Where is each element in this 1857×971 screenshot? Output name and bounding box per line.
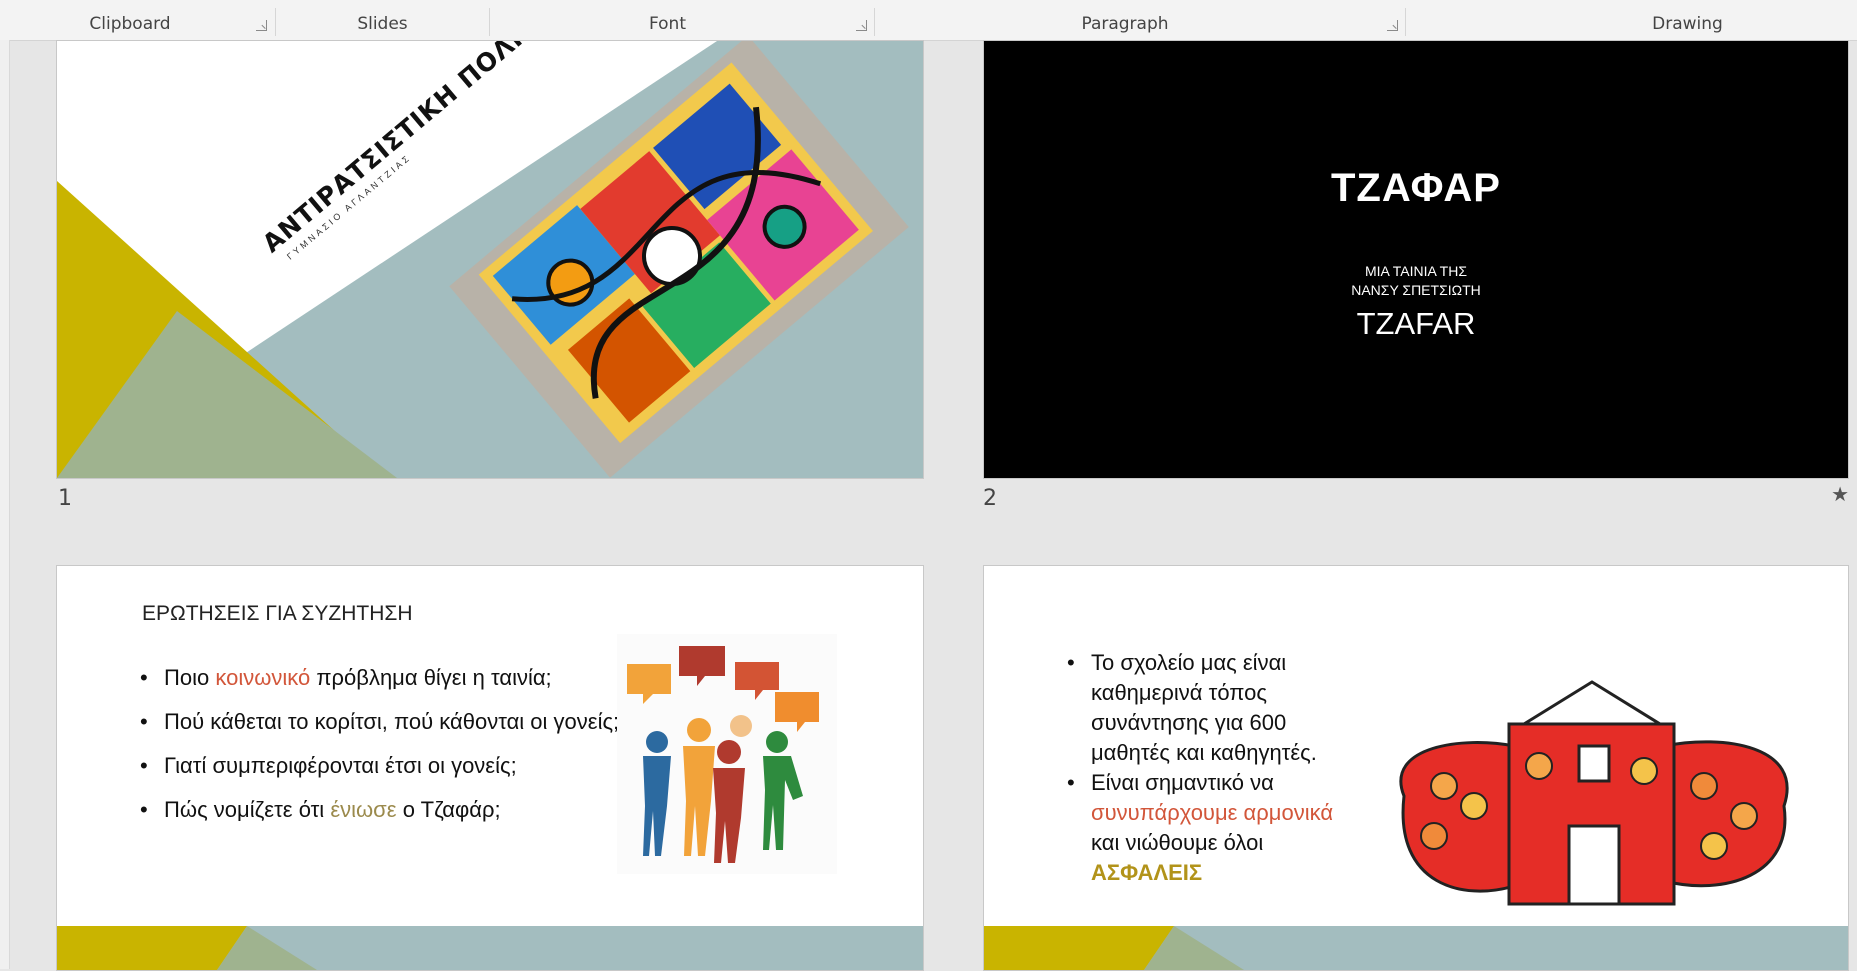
ribbon-group-slides: Slides: [357, 14, 408, 34]
ribbon-divider: [275, 8, 276, 36]
list-item: Πού κάθεται το κορίτσι, πού κάθονται οι …: [140, 700, 640, 744]
slide-3-heading: ΕΡΩΤΗΣΕΙΣ ΓΙΑ ΣΥΖΗΤΗΣΗ: [142, 602, 413, 625]
slide-4-bottom-band: [984, 926, 1848, 970]
slide-number-1: 1: [58, 486, 72, 511]
paragraph-dialog-launcher-icon[interactable]: [1387, 20, 1398, 31]
list-item: Το σχολείο μας είναι καθημερινά τόπος συ…: [1067, 648, 1357, 768]
slide-2-subtitle-line-1: ΜΙΑ ΤΑΙΝΙΑ ΤΗΣ: [1364, 263, 1467, 279]
animation-star-icon[interactable]: ★: [1831, 482, 1849, 507]
list-item: Είναι σημαντικό να συνυπάρχουμε αρμονικά…: [1067, 768, 1357, 888]
slide-4-bullet-list: Το σχολείο μας είναι καθημερινά τόπος συ…: [1067, 648, 1357, 888]
ribbon-group-drawing: Drawing: [1652, 14, 1723, 34]
slide-2-title: ΤΖΑΦΑΡ: [1330, 166, 1501, 210]
list-item: Ποιο κοινωνικό πρόβλημα θίγει η ταινία;: [140, 656, 640, 700]
ribbon-group-clipboard: Clipboard: [89, 14, 171, 34]
slide-number-2: 2: [983, 486, 997, 511]
list-item: Γιατί συμπεριφέρονται έτσι οι γονείς;: [140, 744, 640, 788]
slide-1-background-art: [57, 41, 909, 478]
font-dialog-launcher-icon[interactable]: [856, 20, 867, 31]
slide-thumbnail-4[interactable]: Το σχολείο μας είναι καθημερινά τόπος συ…: [983, 565, 1849, 971]
slide-3-bottom-band: [57, 926, 923, 970]
left-scroll-rail: [0, 40, 10, 969]
list-item: Πώς νομίζετε ότι ένιωσε ο Τζαφάρ;: [140, 788, 640, 832]
ribbon-group-paragraph: Paragraph: [1081, 14, 1169, 34]
ribbon-divider: [1405, 8, 1406, 36]
slide-thumbnail-1[interactable]: ΑΝΤΙΡΑΤΣΙΣΤΙΚΗ ΠΟΛΙΤΙΚΗ ΓΥΜΝΑΣΙΟ ΑΓΛΑΝΤΖ…: [56, 40, 924, 479]
slide-thumbnail-2[interactable]: ΤΖΑΦΑΡ ΜΙΑ ΤΑΙΝΙΑ ΤΗΣ ΝΑΝΣΥ ΣΠΕΤΣΙΩΤΗ TZ…: [983, 40, 1849, 479]
school-building-illustration: [1399, 680, 1789, 906]
slide-3-bullet-list: Ποιο κοινωνικό πρόβλημα θίγει η ταινία; …: [140, 656, 640, 832]
ribbon-group-font: Font: [648, 14, 686, 34]
ribbon-divider: [489, 8, 490, 36]
people-discussion-illustration: [617, 634, 837, 874]
ribbon-group-labels: Clipboard Slides Font Paragraph Drawing: [0, 0, 1857, 41]
ribbon-divider: [874, 8, 875, 36]
slide-thumbnail-3[interactable]: ΕΡΩΤΗΣΕΙΣ ΓΙΑ ΣΥΖΗΤΗΣΗ Ποιο κοινωνικό πρ…: [56, 565, 924, 971]
slide-2-latin-title: TZAFAR: [1356, 306, 1476, 341]
slide-2-subtitle: ΜΙΑ ΤΑΙΝΙΑ ΤΗΣ ΝΑΝΣΥ ΣΠΕΤΣΙΩΤΗ: [984, 262, 1848, 300]
slide-2-subtitle-line-2: ΝΑΝΣΥ ΣΠΕΤΣΙΩΤΗ: [1351, 282, 1481, 298]
clipboard-dialog-launcher-icon[interactable]: [256, 20, 267, 31]
